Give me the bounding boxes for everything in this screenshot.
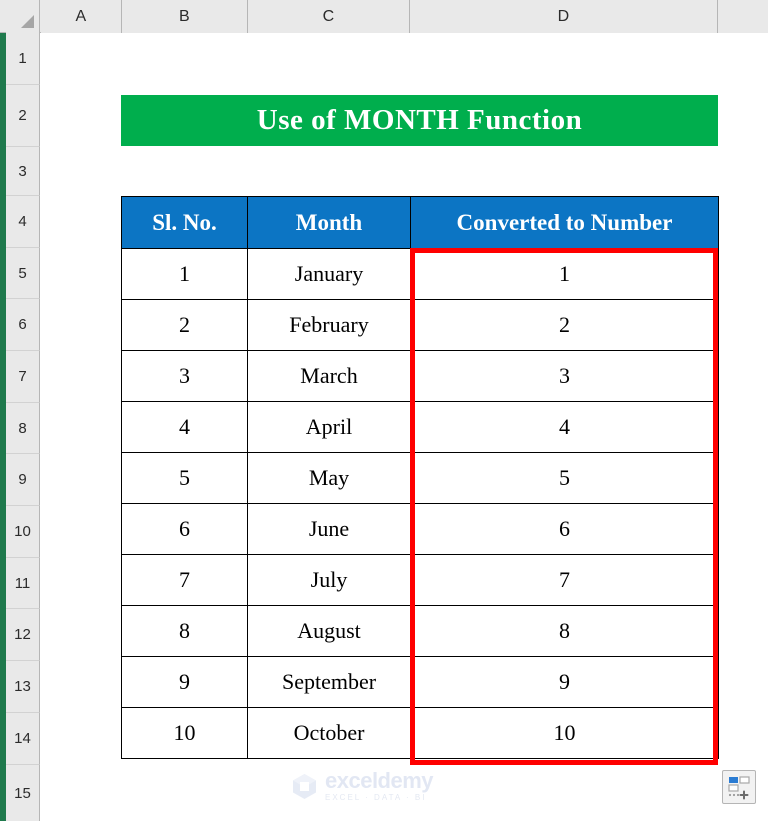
column-header-d-label: D bbox=[557, 7, 570, 25]
cell-number[interactable]: 2 bbox=[410, 299, 719, 351]
column-header-b[interactable]: B bbox=[122, 0, 248, 33]
table-row[interactable]: 1 January 1 bbox=[121, 248, 719, 300]
row-header-15-label: 15 bbox=[14, 784, 31, 802]
row-header-5-label: 5 bbox=[18, 264, 27, 282]
row-header-14[interactable]: 14 bbox=[6, 713, 40, 765]
row-header-9[interactable]: 9 bbox=[6, 454, 40, 506]
table-header-row: Sl. No. Month Converted to Number bbox=[121, 196, 719, 249]
row-header-15[interactable]: 15 bbox=[6, 765, 40, 821]
cell-month[interactable]: February bbox=[247, 299, 411, 351]
cell-month[interactable]: March bbox=[247, 350, 411, 402]
exceldemy-watermark: exceldemy EXCEL · DATA · BI bbox=[291, 768, 434, 802]
cell-month[interactable]: August bbox=[247, 605, 411, 657]
table-row[interactable]: 2 February 2 bbox=[121, 299, 719, 351]
row-header-14-label: 14 bbox=[14, 730, 31, 747]
cell-sl-no[interactable]: 8 bbox=[121, 605, 248, 657]
row-header-9-label: 9 bbox=[18, 471, 27, 488]
cell-sl-no[interactable]: 4 bbox=[121, 401, 248, 453]
cell-month[interactable]: October bbox=[247, 707, 411, 759]
row-header-2-label: 2 bbox=[18, 107, 27, 124]
spreadsheet-canvas: A B C D 1 2 3 4 5 6 7 8 9 10 11 12 13 14… bbox=[0, 0, 768, 821]
column-header-number[interactable]: Converted to Number bbox=[410, 196, 719, 249]
cell-number[interactable]: 6 bbox=[410, 503, 719, 555]
cell-month[interactable]: April bbox=[247, 401, 411, 453]
row-header-3[interactable]: 3 bbox=[6, 147, 40, 196]
row-header-13-label: 13 bbox=[14, 678, 31, 695]
column-header-b-label: B bbox=[179, 7, 190, 25]
row-header-7-label: 7 bbox=[18, 368, 27, 385]
row-header-6-label: 6 bbox=[18, 316, 27, 333]
cell-number[interactable]: 10 bbox=[410, 707, 719, 759]
row-header-3-label: 3 bbox=[18, 162, 27, 180]
row-header-1-label: 1 bbox=[18, 50, 27, 67]
row-header-10[interactable]: 10 bbox=[6, 506, 40, 558]
row-header-8-label: 8 bbox=[18, 419, 27, 437]
row-header-11-label: 11 bbox=[14, 574, 31, 592]
title-banner-label: Use of MONTH Function bbox=[256, 104, 583, 136]
row-header-4-label: 4 bbox=[18, 213, 27, 230]
cell-number[interactable]: 1 bbox=[410, 248, 719, 300]
cell-sl-no[interactable]: 7 bbox=[121, 554, 248, 606]
cell-number[interactable]: 7 bbox=[410, 554, 719, 606]
row-header-1[interactable]: 1 bbox=[6, 33, 40, 85]
quick-analysis-button[interactable] bbox=[722, 770, 756, 804]
row-header-13[interactable]: 13 bbox=[6, 661, 40, 713]
cell-number[interactable]: 9 bbox=[410, 656, 719, 708]
row-header-6[interactable]: 6 bbox=[6, 299, 40, 351]
column-header-month[interactable]: Month bbox=[247, 196, 411, 249]
cell-sl-no[interactable]: 2 bbox=[121, 299, 248, 351]
cell-month[interactable]: September bbox=[247, 656, 411, 708]
row-header-8[interactable]: 8 bbox=[6, 403, 40, 454]
row-header-12[interactable]: 12 bbox=[6, 609, 40, 661]
cell-month[interactable]: May bbox=[247, 452, 411, 504]
column-header-e[interactable] bbox=[718, 0, 768, 33]
column-header-a-label: A bbox=[75, 7, 87, 25]
select-all-corner[interactable] bbox=[6, 0, 40, 33]
column-header-c-label: C bbox=[322, 7, 335, 25]
cell-sl-no[interactable]: 9 bbox=[121, 656, 248, 708]
cell-sl-no[interactable]: 6 bbox=[121, 503, 248, 555]
row-header-2[interactable]: 2 bbox=[6, 85, 40, 147]
cell-month[interactable]: June bbox=[247, 503, 411, 555]
row-header-11[interactable]: 11 bbox=[6, 558, 40, 609]
row-header-5[interactable]: 5 bbox=[6, 248, 40, 299]
column-header-sl-no[interactable]: Sl. No. bbox=[121, 196, 248, 249]
cell-sl-no[interactable]: 3 bbox=[121, 350, 248, 402]
cell-sl-no[interactable]: 10 bbox=[121, 707, 248, 759]
row-header-7[interactable]: 7 bbox=[6, 351, 40, 403]
row-header-10-label: 10 bbox=[14, 523, 31, 540]
cell-sl-no[interactable]: 1 bbox=[121, 248, 248, 300]
watermark-name: exceldemy bbox=[325, 768, 434, 793]
table-row[interactable]: 4 April 4 bbox=[121, 401, 719, 453]
table-row[interactable]: 10 October 10 bbox=[121, 707, 719, 759]
table-row[interactable]: 5 May 5 bbox=[121, 452, 719, 504]
column-header-a[interactable]: A bbox=[41, 0, 122, 33]
month-conversion-table: Sl. No. Month Converted to Number 1 Janu… bbox=[121, 196, 719, 759]
cell-month[interactable]: January bbox=[247, 248, 411, 300]
column-header-d[interactable]: D bbox=[410, 0, 718, 33]
cell-month[interactable]: July bbox=[247, 554, 411, 606]
cell-number[interactable]: 5 bbox=[410, 452, 719, 504]
table-row[interactable]: 9 September 9 bbox=[121, 656, 719, 708]
cell-number[interactable]: 3 bbox=[410, 350, 719, 402]
row-header-4[interactable]: 4 bbox=[6, 196, 40, 248]
table-row[interactable]: 6 June 6 bbox=[121, 503, 719, 555]
table-row[interactable]: 3 March 3 bbox=[121, 350, 719, 402]
cell-sl-no[interactable]: 5 bbox=[121, 452, 248, 504]
watermark-tagline: EXCEL · DATA · BI bbox=[325, 793, 427, 802]
column-header-c[interactable]: C bbox=[248, 0, 410, 33]
select-all-triangle-icon bbox=[21, 15, 34, 28]
table-row[interactable]: 7 July 7 bbox=[121, 554, 719, 606]
cell-number[interactable]: 8 bbox=[410, 605, 719, 657]
cell-number[interactable]: 4 bbox=[410, 401, 719, 453]
row-header-12-label: 12 bbox=[14, 626, 31, 643]
title-banner[interactable]: Use of MONTH Function bbox=[121, 95, 718, 146]
exceldemy-logo-icon bbox=[291, 773, 318, 800]
table-row[interactable]: 8 August 8 bbox=[121, 605, 719, 657]
table-body: 1 January 1 2 February 2 3 March 3 4 Apr… bbox=[121, 248, 719, 759]
